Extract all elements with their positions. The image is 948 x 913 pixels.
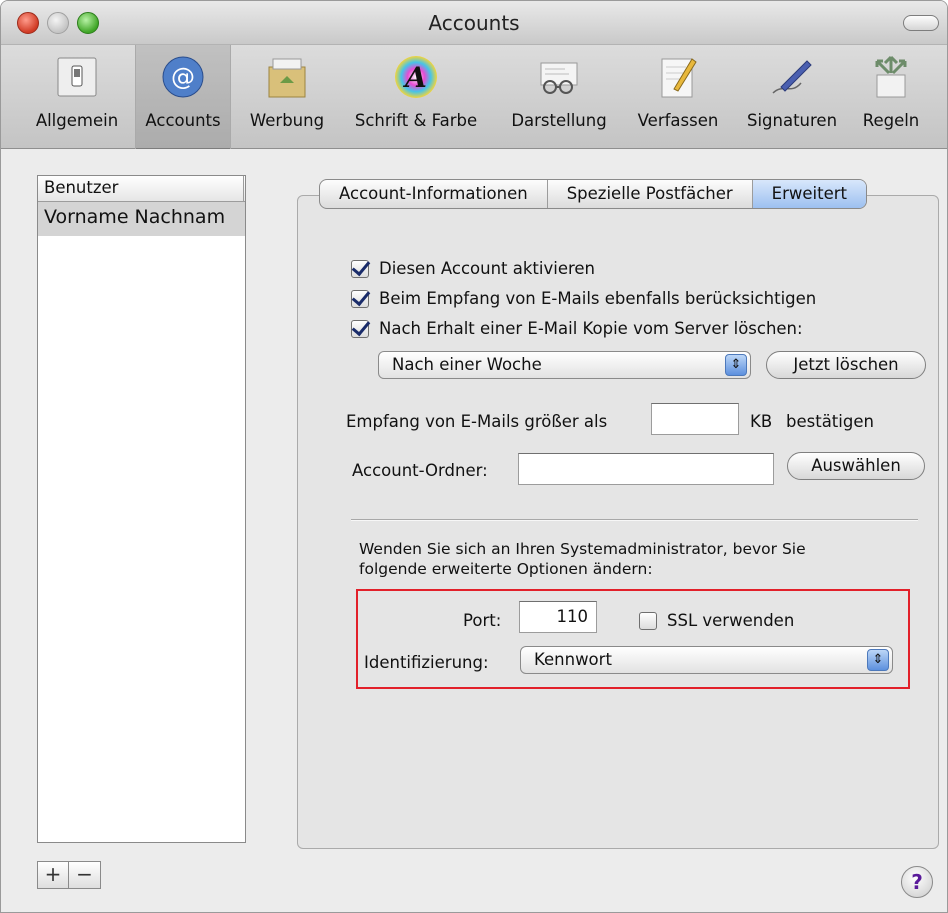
delete-copy-label: Nach Erhalt einer E-Mail Kopie vom Serve… [379, 319, 803, 338]
enable-account-option[interactable]: Diesen Account aktivieren [351, 259, 595, 278]
enable-account-checkbox[interactable] [351, 259, 369, 278]
preferences-window: Accounts Allgemein @ Accounts Werbung A [0, 0, 948, 913]
toolbar-label-regeln: Regeln [862, 111, 920, 130]
tab-bar: Account-Informationen Spezielle Postfäch… [319, 179, 867, 209]
size-limit-field[interactable] [651, 403, 739, 435]
delete-interval-value: Nach einer Woche [392, 355, 542, 374]
fountain-pen-icon [766, 51, 818, 103]
section-divider [351, 519, 918, 521]
tab-spezielle-postfaecher[interactable]: Spezielle Postfächer [548, 180, 753, 208]
add-account-button[interactable]: + [37, 861, 69, 889]
auth-method-popup[interactable]: Kennwort ⇕ [520, 646, 893, 674]
column-divider [243, 176, 245, 201]
toolbar-item-allgemein[interactable]: Allgemein [27, 45, 127, 149]
tab-erweitert[interactable]: Erweitert [752, 180, 866, 208]
help-button[interactable]: ? [901, 866, 933, 898]
delete-interval-popup[interactable]: Nach einer Woche ⇕ [378, 351, 751, 379]
include-mail-checkbox[interactable] [351, 289, 369, 308]
preferences-toolbar: Allgemein @ Accounts Werbung A Schrift &… [1, 45, 947, 149]
font-color-icon: A [390, 51, 442, 103]
delete-now-button[interactable]: Jetzt löschen [766, 351, 926, 379]
port-field[interactable]: 110 [519, 601, 597, 633]
auth-label: Identifizierung: [364, 653, 489, 672]
toolbar-item-regeln[interactable]: Regeln [851, 45, 931, 149]
title-bar: Accounts [1, 1, 947, 45]
svg-text:A: A [402, 61, 427, 94]
port-label: Port: [463, 611, 502, 630]
toolbar-item-signaturen[interactable]: Signaturen [737, 45, 847, 149]
account-list-buttons: + − [37, 861, 101, 889]
pencil-paper-icon [652, 51, 704, 103]
ssl-option[interactable]: SSL verwenden [639, 611, 794, 630]
tab-account-informationen[interactable]: Account-Informationen [320, 180, 548, 208]
window-title: Accounts [428, 11, 520, 35]
toolbar-label-accounts: Accounts [145, 111, 221, 130]
rules-arrows-icon [865, 51, 917, 103]
ssl-label: SSL verwenden [667, 611, 795, 630]
size-unit-label: KB [750, 412, 773, 431]
at-sign-icon: @ [157, 51, 209, 103]
admin-note: Wenden Sie sich an Ihren Systemadministr… [359, 540, 806, 578]
account-list-header[interactable]: Benutzer [38, 176, 245, 202]
up-down-arrows-icon: ⇕ [867, 649, 889, 671]
svg-text:@: @ [171, 63, 195, 91]
toolbar-item-accounts[interactable]: @ Accounts [135, 45, 231, 149]
toolbar-label-signaturen: Signaturen [746, 111, 838, 130]
toolbar-item-werbung[interactable]: Werbung [241, 45, 333, 149]
account-folder-label: Account-Ordner: [352, 461, 488, 480]
choose-folder-button[interactable]: Auswählen [787, 452, 925, 480]
include-mail-label: Beim Empfang von E-Mails ebenfalls berüc… [379, 289, 817, 308]
delete-copy-checkbox[interactable] [351, 319, 369, 338]
delete-copy-option[interactable]: Nach Erhalt einer E-Mail Kopie vom Serve… [351, 319, 803, 338]
toolbar-label-allgemein: Allgemein [35, 111, 119, 130]
highlight-box [356, 589, 910, 689]
toolbar-label-schrift-farbe: Schrift & Farbe [354, 111, 478, 130]
include-mail-option[interactable]: Beim Empfang von E-Mails ebenfalls berüc… [351, 289, 816, 308]
size-suffix-label: bestätigen [786, 412, 874, 431]
glasses-icon [533, 51, 585, 103]
account-list-header-label: Benutzer [44, 178, 119, 197]
enable-account-label: Diesen Account aktivieren [379, 259, 596, 278]
auth-method-value: Kennwort [534, 650, 612, 669]
size-prefix-label: Empfang von E-Mails größer als [346, 412, 608, 431]
up-down-arrows-icon: ⇕ [725, 354, 747, 376]
account-list: Benutzer Vorname Nachnam [37, 175, 246, 843]
toolbar-label-werbung: Werbung [249, 111, 325, 130]
toolbar-label-verfassen: Verfassen [637, 111, 719, 130]
toolbar-toggle-button[interactable] [903, 15, 939, 31]
toolbar-item-schrift-farbe[interactable]: A Schrift & Farbe [341, 45, 491, 149]
toolbar-item-verfassen[interactable]: Verfassen [627, 45, 729, 149]
trash-box-icon [261, 51, 313, 103]
remove-account-button[interactable]: − [69, 861, 101, 889]
toolbar-item-darstellung[interactable]: Darstellung [499, 45, 619, 149]
switch-icon [51, 51, 103, 103]
list-item[interactable]: Vorname Nachnam [38, 202, 245, 236]
toolbar-label-darstellung: Darstellung [511, 111, 607, 130]
account-folder-field[interactable] [518, 453, 774, 485]
ssl-checkbox[interactable] [639, 611, 657, 630]
